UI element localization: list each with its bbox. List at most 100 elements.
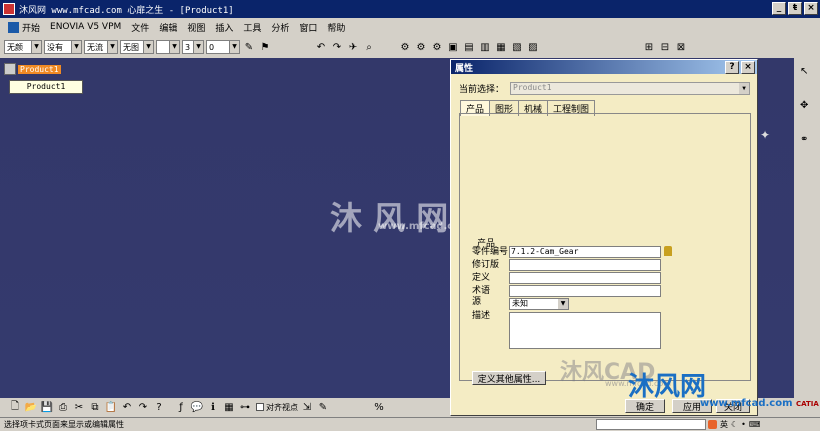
- part-number-field[interactable]: 7.1.2-Cam_Gear: [509, 246, 661, 258]
- watermark-center: 沐 风 网: [330, 199, 449, 237]
- source-combo[interactable]: 未知 ▼: [509, 298, 569, 310]
- assembly-icon-7[interactable]: ▦: [494, 40, 508, 54]
- zoom-icon[interactable]: ⌕: [362, 40, 376, 54]
- chevron-down-icon: ▼: [558, 299, 568, 309]
- nomenclature-label: 术语: [472, 285, 491, 296]
- revision-label: 修订版: [472, 259, 500, 270]
- snap-icon[interactable]: ⚭: [800, 134, 814, 148]
- bottom-toolbar: 🗋 📂 💾 ⎙ ✂ ⧉ 📋 ↶ ↷ ? ƒ 💬 ℹ ▦ ⊶ 对齐视点 ⇲ ✎ %: [0, 398, 820, 416]
- assembly-icon-8[interactable]: ▧: [510, 40, 524, 54]
- fly-icon[interactable]: ✈: [346, 40, 360, 54]
- constraint-icon-1[interactable]: ⊞: [642, 40, 656, 54]
- help-button[interactable]: ?: [725, 61, 739, 74]
- copy-icon[interactable]: ⧉: [88, 400, 102, 414]
- assembly-icon-1[interactable]: ⚙: [398, 40, 412, 54]
- sketch-icon[interactable]: %: [372, 400, 386, 414]
- revision-field[interactable]: [509, 259, 661, 271]
- paint-icon[interactable]: ✎: [242, 40, 256, 54]
- constraint-icon-2[interactable]: ⊟: [658, 40, 672, 54]
- definition-field[interactable]: [509, 272, 661, 284]
- undo-icon[interactable]: ↶: [120, 400, 134, 414]
- command-input[interactable]: [596, 419, 706, 430]
- compass-icon[interactable]: ✦: [760, 128, 770, 142]
- paste-icon[interactable]: 📋: [104, 400, 118, 414]
- menu-tools[interactable]: 工具: [238, 21, 266, 34]
- menu-file[interactable]: 文件: [126, 21, 154, 34]
- whats-this-icon[interactable]: ?: [152, 400, 166, 414]
- menu-help[interactable]: 帮助: [322, 21, 350, 34]
- chevron-down-icon: ▼: [107, 41, 117, 53]
- description-field[interactable]: [509, 312, 661, 349]
- ime-moon-icon[interactable]: ☾: [731, 418, 738, 431]
- formula-icon[interactable]: ƒ: [174, 400, 188, 414]
- cut-icon[interactable]: ✂: [72, 400, 86, 414]
- menu-start[interactable]: 开始: [3, 21, 45, 34]
- lock-icon[interactable]: [664, 246, 672, 256]
- transparency-combo[interactable]: 没有 ▼: [44, 40, 82, 54]
- tree-root[interactable]: Product1: [4, 63, 61, 75]
- window-title: 沐风网 www.mfcad.com 心扉之生 - [Product1]: [19, 5, 234, 16]
- new-icon[interactable]: 🗋: [8, 400, 22, 414]
- chevron-down-icon: ▼: [229, 41, 239, 53]
- constraint-icon-3[interactable]: ⊠: [674, 40, 688, 54]
- doc-restore-button[interactable]: ŧ: [788, 2, 802, 15]
- menu-window[interactable]: 窗口: [294, 21, 322, 34]
- revision-row: 修订版: [472, 259, 661, 271]
- layer-combo[interactable]: 无图 ▼: [120, 40, 154, 54]
- menu-insert[interactable]: 插入: [210, 21, 238, 34]
- ime-keyboard-icon[interactable]: ⌨: [749, 418, 761, 431]
- define-other-properties-button[interactable]: 定义其他属性...: [472, 371, 546, 385]
- assembly-icon-4[interactable]: ▣: [446, 40, 460, 54]
- save-icon[interactable]: 💾: [40, 400, 54, 414]
- right-toolbar: ↖ ✥ ⚭: [794, 58, 820, 398]
- color-combo[interactable]: 无颜 ▼: [4, 40, 42, 54]
- product-tab-panel: 产品 零件编号 7.1.2-Cam_Gear 修订版 定义 术语 源 未知 ▼ …: [459, 113, 751, 388]
- menu-edit[interactable]: 编辑: [154, 21, 182, 34]
- description-label: 描述: [472, 311, 491, 321]
- status-text: 选择项卡式页面来显示或编辑属性: [4, 420, 124, 429]
- open-icon[interactable]: 📂: [24, 400, 38, 414]
- menu-view[interactable]: 视图: [182, 21, 210, 34]
- thickness-combo[interactable]: 3 ▼: [182, 40, 204, 54]
- menu-analyze[interactable]: 分析: [266, 21, 294, 34]
- assembly-icon-5[interactable]: ▤: [462, 40, 476, 54]
- render-combo[interactable]: 0 ▼: [206, 40, 240, 54]
- doc-minimize-button[interactable]: _: [772, 2, 786, 15]
- tree-tooltip: Product1: [9, 80, 83, 94]
- table-icon[interactable]: ▦: [222, 400, 236, 414]
- ime-dot-icon[interactable]: •: [741, 418, 746, 431]
- pen-icon[interactable]: ✎: [316, 400, 330, 414]
- chevron-down-icon: ▼: [71, 41, 81, 53]
- nomenclature-field[interactable]: [509, 285, 661, 297]
- properties-icon[interactable]: ⚑: [258, 40, 272, 54]
- assembly-icon-9[interactable]: ▨: [526, 40, 540, 54]
- snap-to-viewpoint-checkbox[interactable]: 对齐视点: [256, 402, 298, 413]
- comment-icon[interactable]: 💬: [190, 400, 204, 414]
- assembly-icon-2[interactable]: ⚙: [414, 40, 428, 54]
- redo-icon[interactable]: ↷: [330, 40, 344, 54]
- measure-icon[interactable]: ⇲: [300, 400, 314, 414]
- part-number-label: 零件编号: [472, 246, 509, 257]
- ime-logo-icon[interactable]: [708, 420, 717, 429]
- doc-close-button[interactable]: ×: [804, 2, 818, 15]
- tree-root-label[interactable]: Product1: [18, 64, 61, 74]
- undo-icon[interactable]: ↶: [314, 40, 328, 54]
- info-icon[interactable]: ℹ: [206, 400, 220, 414]
- current-selection-combo[interactable]: Product1 ▼: [510, 82, 751, 95]
- current-selection-row: 当前选择： Product1 ▼: [459, 82, 751, 95]
- start-icon: [8, 21, 19, 33]
- point-combo[interactable]: ▼: [156, 40, 180, 54]
- chevron-down-icon: ▼: [739, 83, 750, 94]
- description-row: 描述: [472, 312, 509, 321]
- linetype-combo[interactable]: 无流 ▼: [84, 40, 118, 54]
- dialog-close-button[interactable]: ×: [741, 61, 755, 74]
- redo-icon[interactable]: ↷: [136, 400, 150, 414]
- assembly-icon-6[interactable]: ▥: [478, 40, 492, 54]
- print-icon[interactable]: ⎙: [56, 400, 70, 414]
- ime-language[interactable]: 英: [720, 418, 728, 431]
- select-icon[interactable]: ↖: [800, 66, 814, 80]
- assembly-icon-3[interactable]: ⚙: [430, 40, 444, 54]
- tree-icon[interactable]: ⊶: [238, 400, 252, 414]
- menu-enovia[interactable]: ENOVIA V5 VPM: [45, 22, 126, 32]
- move-icon[interactable]: ✥: [800, 100, 814, 114]
